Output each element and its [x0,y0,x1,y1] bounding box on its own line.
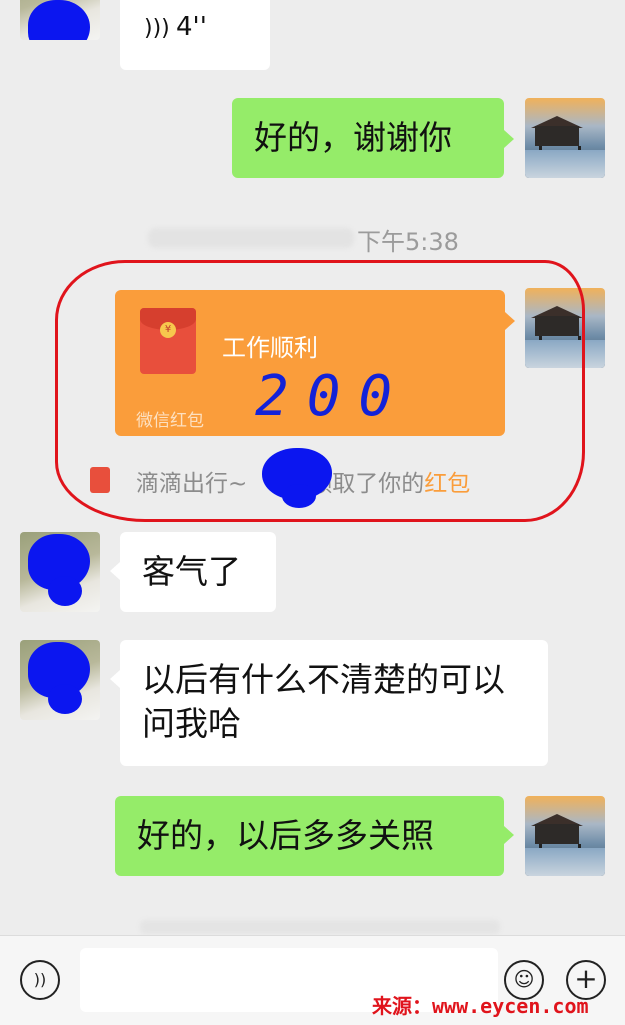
received-message-bubble[interactable]: 客气了 [120,532,276,612]
contact-avatar[interactable] [20,640,100,720]
bubble-tail [504,130,514,148]
contact-avatar[interactable] [20,532,100,612]
source-watermark: 来源：www.eycen.com [372,994,589,1018]
my-avatar[interactable] [525,796,605,876]
bubble-tail [110,562,120,580]
message-text: 好的，谢谢你 [254,118,452,157]
bubble-tail [110,670,120,688]
sent-message-bubble[interactable]: 好的，以后多多关照 [115,796,504,876]
contact-avatar[interactable] [20,0,100,40]
received-message-bubble[interactable]: 以后有什么不清楚的可以问我哈 [120,640,548,766]
blurred-text [140,920,500,934]
blurred-text [148,228,354,248]
sent-message-bubble[interactable]: 好的，谢谢你 [232,98,504,178]
voice-icon[interactable]: )) [20,960,60,1000]
message-text: 以后有什么不清楚的可以问我哈 [142,660,505,743]
voice-message-bubble[interactable]: ))) 4'' [120,0,270,70]
my-avatar[interactable] [525,98,605,178]
voice-wave-icon: ))) [144,16,170,41]
annotation-outline [55,260,585,522]
message-timestamp: 下午5:38 [357,228,459,256]
bubble-tail [504,826,514,844]
message-text: 好的，以后多多关照 [137,816,434,855]
message-text: 客气了 [142,552,241,591]
voice-duration: 4'' [176,12,207,42]
